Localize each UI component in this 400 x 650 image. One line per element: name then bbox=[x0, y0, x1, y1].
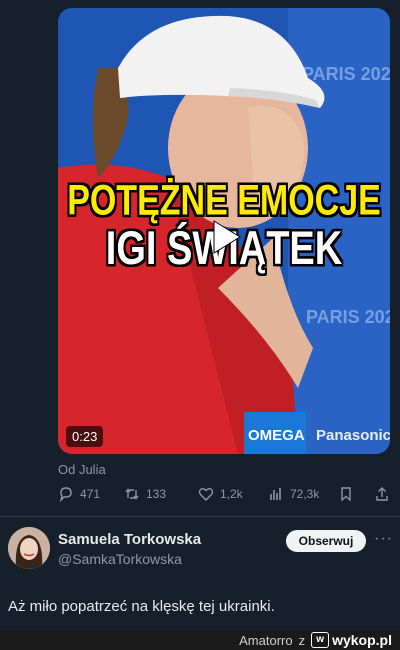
more-options-icon[interactable]: ··· bbox=[374, 530, 393, 548]
reply-author-name[interactable]: Samuela Torkowska bbox=[58, 531, 201, 548]
footer-site: wykop.pl bbox=[332, 632, 392, 648]
avatar[interactable] bbox=[8, 527, 50, 569]
bookmark-button[interactable] bbox=[338, 486, 354, 502]
video-duration: 0:23 bbox=[66, 426, 104, 447]
svg-text:PARIS 2024: PARIS 2024 bbox=[302, 64, 390, 84]
reply-button[interactable]: 471 bbox=[58, 486, 100, 502]
like-count: 1,2k bbox=[220, 487, 243, 501]
svg-text:Panasonic: Panasonic bbox=[316, 427, 390, 444]
post-byline[interactable]: Od Julia bbox=[58, 462, 106, 477]
footer-separator: z bbox=[298, 632, 306, 648]
repost-count: 133 bbox=[146, 487, 167, 501]
reply-icon bbox=[59, 487, 72, 502]
views-count: 72,3k bbox=[290, 487, 320, 501]
video-player[interactable]: PARIS 2024 PARIS 2024 OMEGA Panasonic PO… bbox=[58, 8, 390, 454]
reply-author-handle[interactable]: @SamkaTorkowska bbox=[58, 551, 182, 567]
watermark-footer: Amatorro z w wykop.pl bbox=[0, 630, 400, 650]
repost-button[interactable]: 133 bbox=[124, 486, 166, 502]
divider bbox=[0, 516, 400, 517]
repost-icon bbox=[125, 488, 139, 500]
svg-text:OMEGA: OMEGA bbox=[248, 427, 305, 444]
footer-user: Amatorro bbox=[239, 632, 293, 648]
wykop-logo[interactable]: w wykop.pl bbox=[311, 632, 392, 648]
like-button[interactable]: 1,2k bbox=[198, 486, 243, 502]
share-icon bbox=[376, 487, 388, 501]
views-button[interactable]: 72,3k bbox=[268, 486, 319, 502]
reply-count: 471 bbox=[80, 487, 101, 501]
bookmark-icon bbox=[341, 487, 351, 502]
heart-icon bbox=[198, 488, 214, 501]
reply-text: Aż miło popatrzeć na klęskę tej ukrainki… bbox=[8, 598, 275, 615]
svg-text:PARIS 2024: PARIS 2024 bbox=[306, 307, 390, 327]
post-actions: 471 133 1,2k 72,3k bbox=[58, 486, 394, 506]
follow-button[interactable]: Obserwuj bbox=[286, 530, 366, 552]
play-icon[interactable] bbox=[200, 213, 248, 261]
analytics-icon bbox=[270, 488, 281, 500]
wykop-logo-icon: w bbox=[311, 632, 330, 648]
share-button[interactable] bbox=[374, 486, 390, 502]
